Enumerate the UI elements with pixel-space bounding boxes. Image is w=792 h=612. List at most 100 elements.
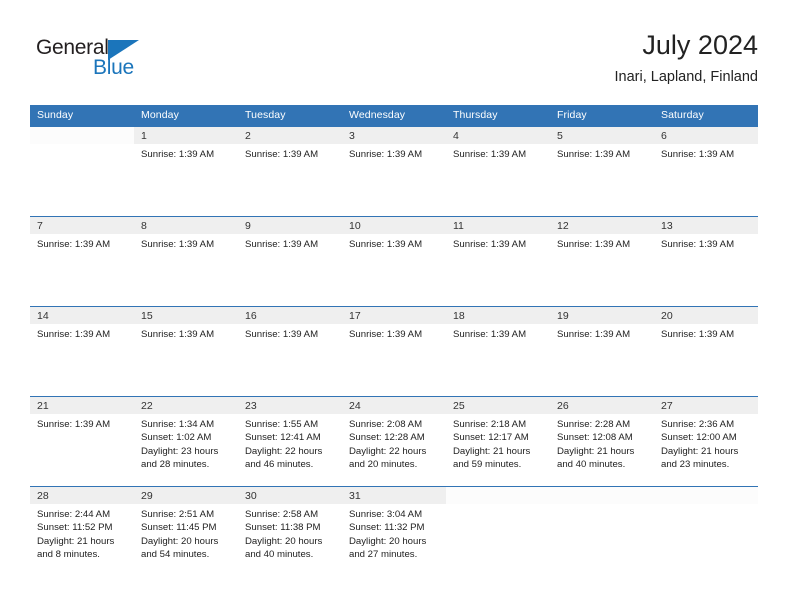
calendar-day-cell[interactable]: 17 Sunrise: 1:39 AM [342,307,446,396]
calendar-day-cell[interactable]: 31 Sunrise: 3:04 AM Sunset: 11:32 PM Daylig… [342,487,446,576]
calendar-day-cell[interactable]: 10 Sunrise: 1:39 AM [342,217,446,306]
page-subtitle: Inari, Lapland, Finland [614,69,759,85]
calendar-day-cell[interactable]: 23 Sunrise: 1:55 AM Sunset: 12:41 AM Daylig… [238,397,342,486]
day-number: 21 [30,397,134,414]
calendar-day-cell[interactable]: 19 Sunrise: 1:39 AM [550,307,654,396]
day-details: Sunrise: 1:39 AM [550,144,654,161]
sunset-text: Sunset: 11:45 PM [141,522,217,534]
sunrise-text: Sunrise: 2:51 AM [141,509,215,520]
sunrise-text: Sunrise: 1:39 AM [349,149,423,160]
sunset-text: Sunset: 12:17 AM [453,432,529,444]
calendar-day-cell[interactable]: 26 Sunrise: 2:28 AM Sunset: 12:08 AM Daylig… [550,397,654,486]
day-details: Sunrise: 1:39 AM [550,324,654,341]
day-number: 26 [550,397,654,414]
day-details: Sunrise: 1:39 AM [446,234,550,251]
calendar-day-empty [30,127,134,216]
daylight-text: Daylight: 21 hours and 59 minutes. [453,445,531,471]
day-number: 14 [30,307,134,324]
day-details: Sunrise: 1:34 AM Sunset: 1:02 AM Daylight:… [134,414,238,472]
calendar-day-cell[interactable]: 21 Sunrise: 1:39 AM [30,397,134,486]
daylight-text: Daylight: 20 hours and 40 minutes. [245,535,323,561]
calendar-day-cell[interactable]: 6 Sunrise: 1:39 AM [654,127,758,216]
calendar-day-cell[interactable]: 22 Sunrise: 1:34 AM Sunset: 1:02 AM Dayligh… [134,397,238,486]
calendar-day-cell[interactable]: 18 Sunrise: 1:39 AM [446,307,550,396]
calendar-day-cell[interactable]: 14 Sunrise: 1:39 AM [30,307,134,396]
sunrise-text: Sunrise: 1:39 AM [661,239,735,250]
sunrise-text: Sunrise: 1:39 AM [245,329,319,340]
daylight-text: Daylight: 21 hours and 23 minutes. [661,445,739,471]
day-details: Sunrise: 1:39 AM [654,234,758,251]
day-number: 18 [446,307,550,324]
calendar-weeks: 1 Sunrise: 1:39 AM 2 Sunrise: 1:39 AM 3 Sunri… [30,126,758,576]
day-details: Sunrise: 2:44 AM Sunset: 11:52 PM Daylight… [30,504,134,562]
sunrise-text: Sunrise: 1:39 AM [557,239,631,250]
calendar-day-cell[interactable]: 27 Sunrise: 2:36 AM Sunset: 12:00 AM Daylig… [654,397,758,486]
calendar-day-cell[interactable]: 28 Sunrise: 2:44 AM Sunset: 11:52 PM Daylig… [30,487,134,576]
sunrise-text: Sunrise: 1:39 AM [141,149,215,160]
calendar-day-cell[interactable]: 9 Sunrise: 1:39 AM [238,217,342,306]
day-details: Sunrise: 1:39 AM [654,324,758,341]
weekday-thursday: Thursday [453,109,498,121]
daylight-text: Daylight: 22 hours and 46 minutes. [245,445,323,471]
calendar-day-cell[interactable]: 7 Sunrise: 1:39 AM [30,217,134,306]
day-details: Sunrise: 1:39 AM [134,144,238,161]
calendar-week-row: 14 Sunrise: 1:39 AM 15 Sunrise: 1:39 AM 16 Su… [30,306,758,396]
calendar-day-cell[interactable]: 20 Sunrise: 1:39 AM [654,307,758,396]
calendar-day-cell[interactable]: 25 Sunrise: 2:18 AM Sunset: 12:17 AM Daylig… [446,397,550,486]
day-number: 25 [446,397,550,414]
calendar-day-cell[interactable]: 15 Sunrise: 1:39 AM [134,307,238,396]
calendar-day-cell[interactable]: 3 Sunrise: 1:39 AM [342,127,446,216]
calendar-day-cell[interactable]: 24 Sunrise: 2:08 AM Sunset: 12:28 AM Daylig… [342,397,446,486]
sunrise-text: Sunrise: 2:58 AM [245,509,319,520]
day-number: 2 [238,127,342,144]
calendar-page: General Blue July 2024 Inari, Lapland, F… [0,0,792,612]
day-number [30,127,134,144]
day-number: 24 [342,397,446,414]
day-details: Sunrise: 1:39 AM [654,144,758,161]
day-details: Sunrise: 1:39 AM [342,144,446,161]
calendar-day-empty [550,487,654,576]
weekday-saturday: Saturday [661,109,704,121]
calendar-day-empty [654,487,758,576]
day-number: 3 [342,127,446,144]
day-number: 17 [342,307,446,324]
sunrise-text: Sunrise: 1:39 AM [37,329,111,340]
day-details: Sunrise: 1:39 AM [446,324,550,341]
day-number: 28 [30,487,134,504]
weekday-tuesday: Tuesday [245,109,286,121]
day-number [446,487,550,504]
calendar-day-cell[interactable]: 12 Sunrise: 1:39 AM [550,217,654,306]
calendar-day-cell[interactable]: 13 Sunrise: 1:39 AM [654,217,758,306]
calendar-day-cell[interactable]: 5 Sunrise: 1:39 AM [550,127,654,216]
day-number: 11 [446,217,550,234]
sunrise-text: Sunrise: 1:39 AM [141,239,215,250]
day-details: Sunrise: 1:39 AM [342,324,446,341]
weekday-monday: Monday [141,109,179,121]
day-number: 6 [654,127,758,144]
calendar-day-cell[interactable]: 30 Sunrise: 2:58 AM Sunset: 11:38 PM Daylig… [238,487,342,576]
sunrise-text: Sunrise: 2:08 AM [349,419,423,430]
sunset-text: Sunset: 12:41 AM [245,432,321,444]
calendar-day-cell[interactable]: 16 Sunrise: 1:39 AM [238,307,342,396]
page-header: General Blue July 2024 Inari, Lapland, F… [30,28,758,98]
sunrise-text: Sunrise: 1:39 AM [453,239,527,250]
day-details [550,504,654,508]
calendar-week-row: 21 Sunrise: 1:39 AM 22 Sunrise: 1:34 AM Suns… [30,396,758,486]
daylight-text: Daylight: 23 hours and 28 minutes. [141,445,219,471]
calendar-day-cell[interactable]: 11 Sunrise: 1:39 AM [446,217,550,306]
calendar-day-cell[interactable]: 2 Sunrise: 1:39 AM [238,127,342,216]
daylight-text: Daylight: 22 hours and 20 minutes. [349,445,427,471]
calendar-day-empty [446,487,550,576]
sunrise-text: Sunrise: 1:39 AM [141,329,215,340]
day-number: 19 [550,307,654,324]
daylight-text: Daylight: 21 hours and 40 minutes. [557,445,635,471]
day-details: Sunrise: 2:28 AM Sunset: 12:08 AM Daylight… [550,414,654,472]
calendar-day-cell[interactable]: 8 Sunrise: 1:39 AM [134,217,238,306]
calendar-day-cell[interactable]: 4 Sunrise: 1:39 AM [446,127,550,216]
sunrise-text: Sunrise: 1:39 AM [245,239,319,250]
sunrise-text: Sunrise: 1:39 AM [557,149,631,160]
day-details: Sunrise: 1:39 AM [30,234,134,251]
calendar-day-cell[interactable]: 1 Sunrise: 1:39 AM [134,127,238,216]
calendar-day-cell[interactable]: 29 Sunrise: 2:51 AM Sunset: 11:45 PM Daylig… [134,487,238,576]
daylight-text: Daylight: 20 hours and 54 minutes. [141,535,219,561]
